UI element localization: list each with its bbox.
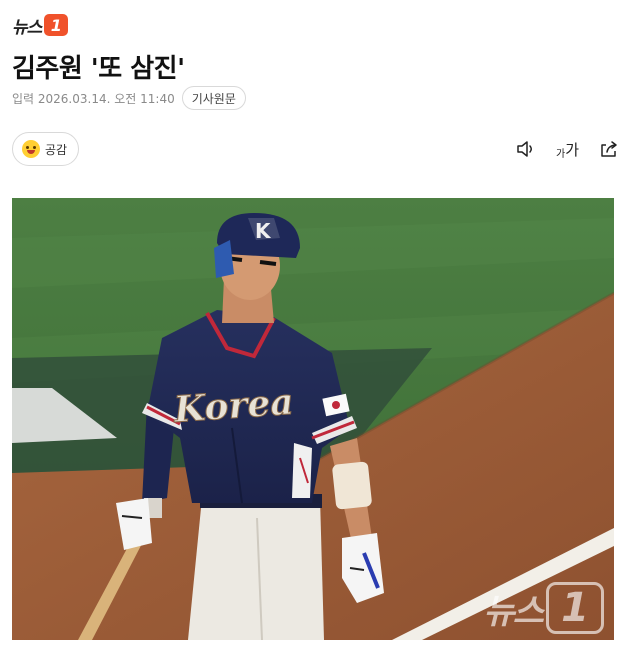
article-title: 김주원 '또 삼진': [12, 54, 185, 84]
article-photo: Korea K 뉴스 1: [12, 198, 614, 640]
grinning-face-icon: [22, 140, 40, 158]
share-icon: [601, 141, 617, 157]
share-button[interactable]: [599, 140, 619, 158]
font-size-large-glyph: 가: [565, 140, 579, 159]
article-date: 입력 2026.03.14. 오전 11:40: [12, 91, 175, 106]
baseball-player-photo: Korea K: [12, 198, 614, 640]
jersey-lettering: Korea: [172, 381, 295, 431]
article-meta: 입력 2026.03.14. 오전 11:40 기사원문: [12, 86, 246, 110]
text-to-speech-button[interactable]: [516, 140, 536, 158]
font-size-button[interactable]: 가 가: [556, 139, 579, 160]
empathy-reaction-button[interactable]: 공감: [12, 132, 80, 166]
speaker-icon: [517, 141, 532, 157]
watermark-text: 뉴스: [483, 591, 544, 632]
font-size-small-glyph: 가: [555, 148, 566, 160]
cap-logo: K: [255, 219, 272, 243]
brand-logo-badge: 1: [44, 14, 69, 36]
watermark-badge: 1: [546, 582, 604, 634]
article-tools: 가 가: [516, 138, 619, 160]
reaction-label: 공감: [45, 142, 68, 157]
brand-logo[interactable]: 뉴스 1: [12, 12, 69, 38]
photo-watermark: 뉴스 1: [483, 582, 604, 634]
brand-logo-text: 뉴스: [12, 17, 42, 38]
original-article-button[interactable]: 기사원문: [181, 86, 246, 110]
